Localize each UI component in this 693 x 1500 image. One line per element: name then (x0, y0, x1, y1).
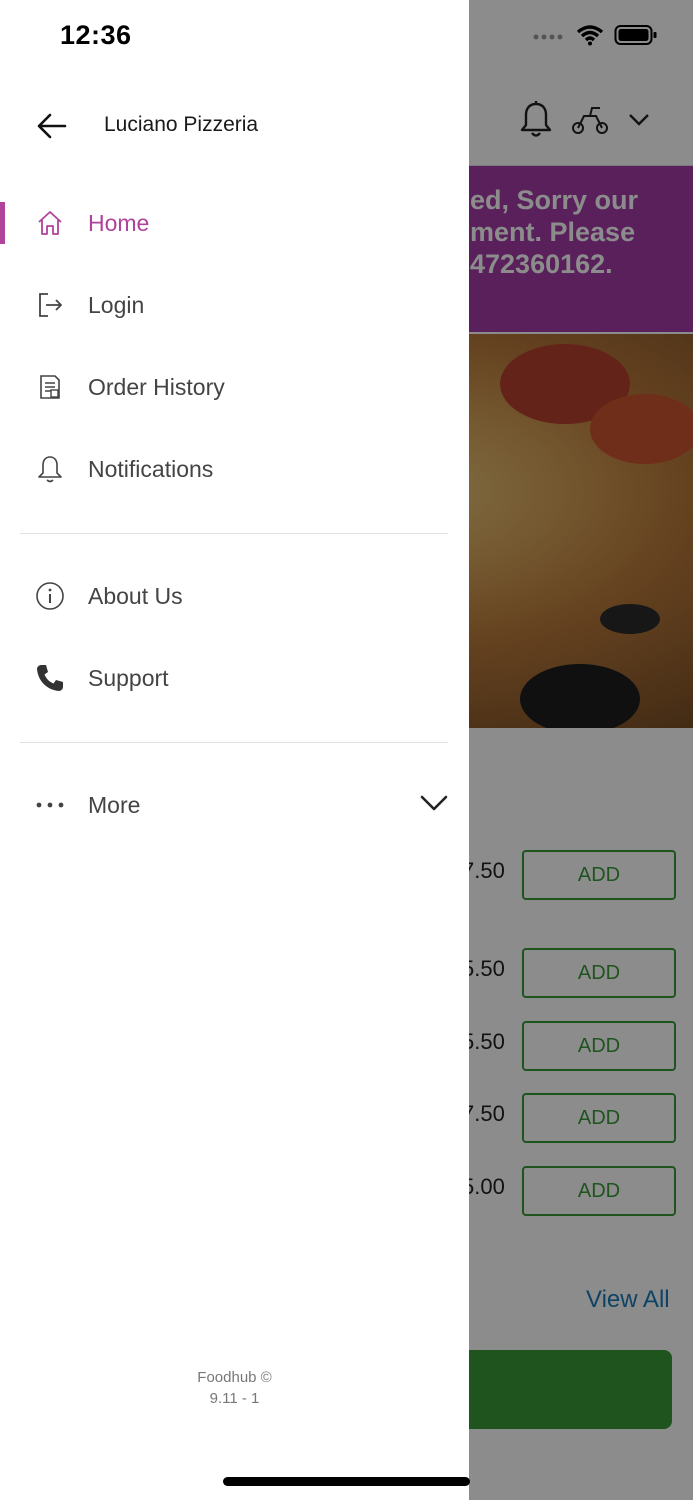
more-dots-icon (34, 789, 66, 821)
menu-item-order-history[interactable]: Order History (0, 356, 469, 418)
back-button[interactable] (34, 108, 70, 144)
chevron-down-icon (420, 794, 448, 817)
wifi-icon (576, 24, 604, 51)
menu-item-label: Support (88, 664, 169, 691)
navigation-drawer: 12:36 Luciano Pizzeria Home Login Order … (0, 0, 469, 1500)
menu-item-label: More (88, 791, 141, 818)
drawer-header: Luciano Pizzeria (0, 100, 469, 152)
home-indicator (223, 1477, 470, 1486)
order-history-icon (34, 371, 66, 403)
footer-brand: Foodhub © (197, 1369, 272, 1386)
menu-item-label: Login (88, 291, 145, 318)
menu-item-support[interactable]: Support (0, 647, 469, 709)
menu-item-label: About Us (88, 582, 183, 609)
status-time: 12:36 (60, 20, 132, 50)
status-icons (532, 24, 658, 51)
menu-item-more[interactable]: More (0, 774, 469, 836)
restaurant-name: Luciano Pizzeria (104, 113, 259, 136)
menu-item-notifications[interactable]: Notifications (0, 438, 469, 500)
info-icon (34, 580, 66, 612)
bell-icon (34, 453, 66, 485)
menu-divider (20, 742, 448, 743)
menu-item-home[interactable]: Home (0, 192, 469, 254)
footer-version: 9.11 - 1 (209, 1390, 260, 1407)
menu-item-about-us[interactable]: About Us (0, 565, 469, 627)
battery-icon (614, 24, 658, 51)
menu-item-label: Home (88, 209, 150, 236)
menu-divider (20, 533, 448, 534)
signal-icon (532, 29, 566, 47)
login-icon (34, 289, 66, 321)
menu-item-label: Order History (88, 373, 225, 400)
arrow-left-icon (37, 113, 67, 139)
menu-item-label: Notifications (88, 455, 214, 482)
home-icon (34, 207, 66, 239)
phone-icon (34, 662, 66, 694)
menu-item-login[interactable]: Login (0, 274, 469, 336)
